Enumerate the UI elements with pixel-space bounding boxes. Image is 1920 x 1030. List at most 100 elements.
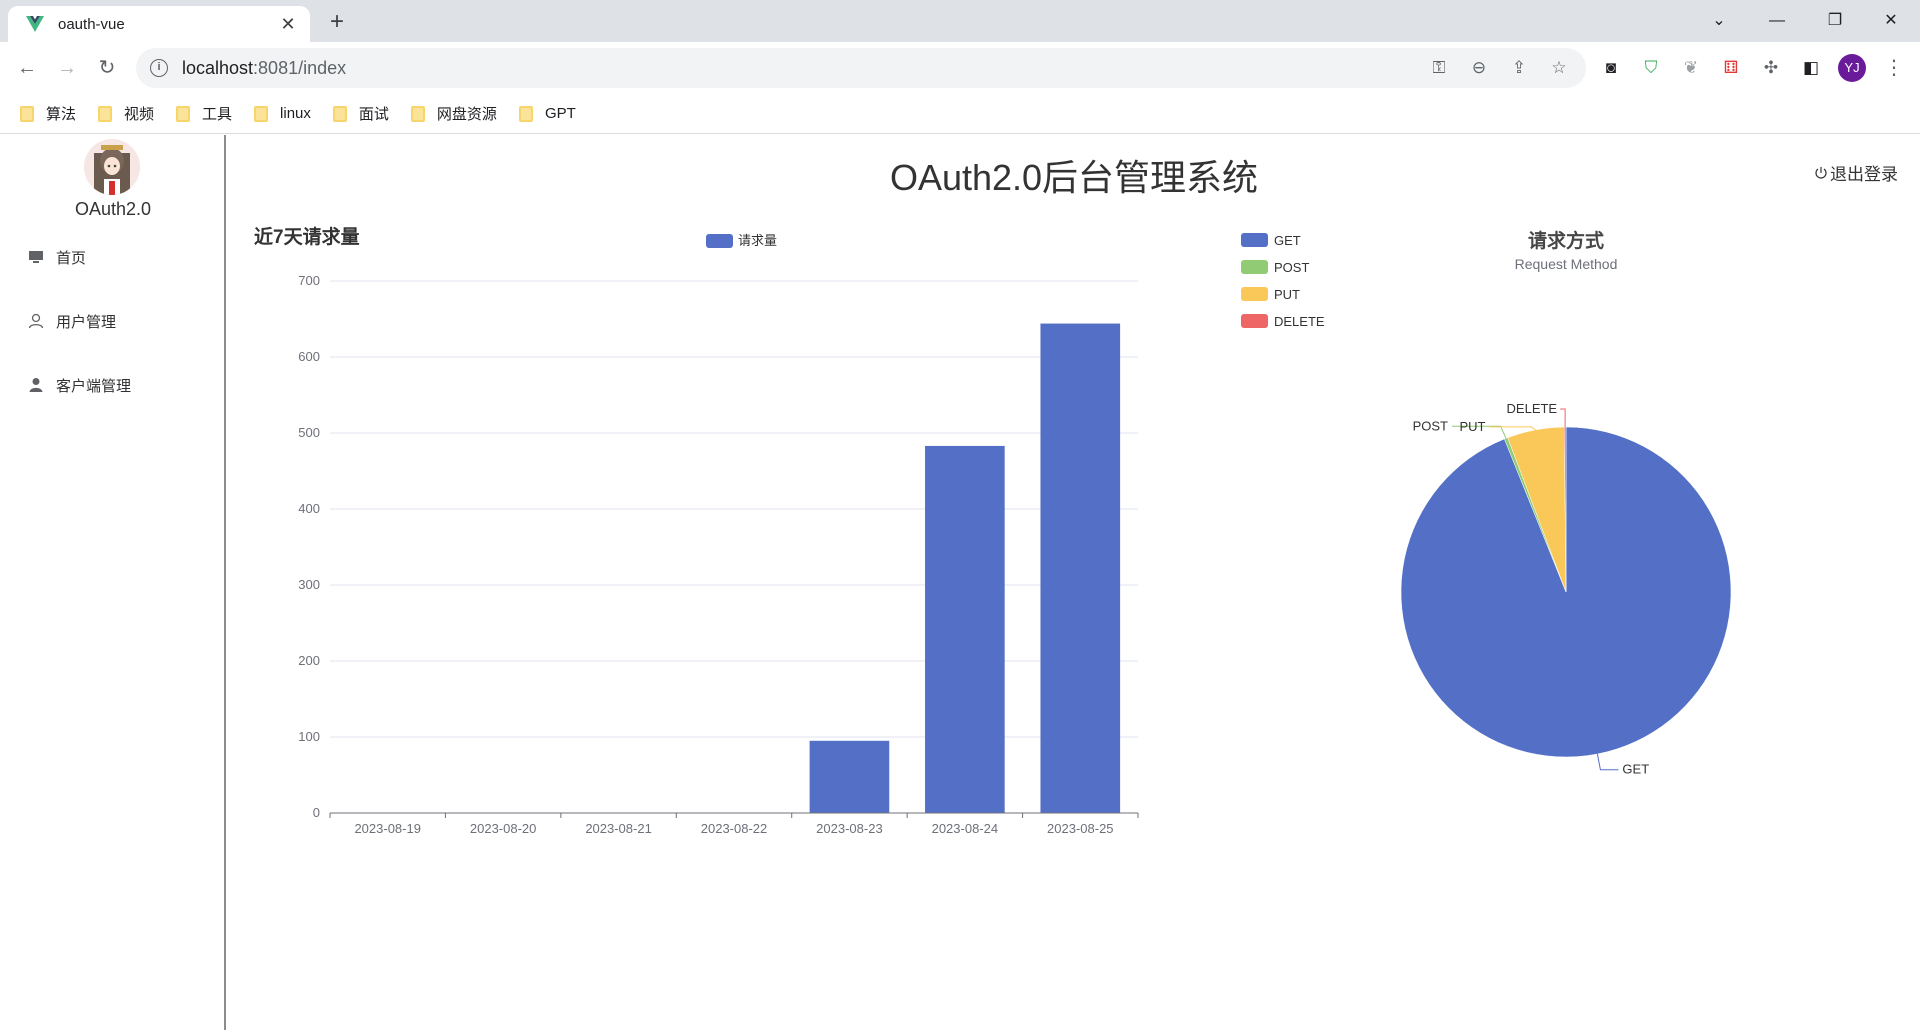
pie-chart-subtitle: Request Method xyxy=(1515,256,1618,272)
y-tick-label: 500 xyxy=(298,425,320,440)
browser-toolbar: ← → ↻ i localhost:8081/index ⚿ ⊖ ⇪ ☆ ◙ ⛉… xyxy=(0,42,1920,94)
bookmark-star-icon[interactable]: ☆ xyxy=(1546,56,1572,80)
close-window-button[interactable]: ✕ xyxy=(1866,6,1916,36)
bar-chart-grid xyxy=(330,280,1138,814)
x-tick-label: 2023-08-25 xyxy=(1047,821,1114,836)
pie-label: GET xyxy=(1622,762,1649,777)
bookmarks-bar: 算法 视频 工具 linux 面试 网盘资源 GPT xyxy=(0,94,1920,134)
bookmark-folder[interactable]: 面试 xyxy=(332,103,389,124)
monitor-icon xyxy=(29,251,43,263)
legend-swatch[interactable] xyxy=(1241,260,1268,274)
reload-button[interactable]: ↻ xyxy=(92,53,122,83)
pie-label: DELETE xyxy=(1507,401,1558,416)
legend-swatch[interactable] xyxy=(706,234,733,248)
restore-button[interactable]: ❐ xyxy=(1810,6,1860,36)
logout-label: 退出登录 xyxy=(1830,165,1898,184)
browser-tab[interactable]: oauth-vue ✕ xyxy=(8,6,310,42)
tab-search-icon[interactable]: ⌄ xyxy=(1694,6,1744,36)
tab-close-icon[interactable]: ✕ xyxy=(276,14,300,35)
bar[interactable] xyxy=(809,740,890,813)
pie-chart-slices xyxy=(1400,426,1732,758)
url-host: localhost xyxy=(182,57,254,78)
back-button[interactable]: ← xyxy=(12,53,42,83)
sidebar-item-label: 用户管理 xyxy=(56,313,117,331)
bookmark-folder[interactable]: GPT xyxy=(518,105,576,122)
pie-chart: GET POST PUT DELETE 请求方式 Request Method GET… xyxy=(1241,229,1732,777)
x-tick-label: 2023-08-24 xyxy=(932,821,999,836)
app-name: OAuth2.0 xyxy=(74,199,152,219)
extension-leaf-icon[interactable]: ❦ xyxy=(1678,55,1704,81)
side-panel-icon[interactable]: ◧ xyxy=(1798,55,1824,81)
bookmark-folder[interactable]: 算法 xyxy=(20,103,76,124)
legend-label: 请求量 xyxy=(738,233,777,248)
pie-label: POST xyxy=(1413,418,1448,433)
pie-label-line xyxy=(1489,426,1536,431)
folder-icon xyxy=(410,105,425,122)
y-tick-label: 400 xyxy=(298,501,320,516)
y-tick-label: 200 xyxy=(298,653,320,668)
sidebar-item-label: 首页 xyxy=(56,249,87,267)
pie-chart-legend[interactable]: GET POST PUT DELETE xyxy=(1241,233,1325,329)
app-logo-avatar xyxy=(84,139,140,195)
folder-icon xyxy=(98,105,113,122)
folder-icon xyxy=(254,105,269,122)
bar[interactable] xyxy=(1040,323,1121,813)
legend-label: POST xyxy=(1274,260,1309,275)
y-tick-label: 0 xyxy=(313,805,320,820)
sidebar-item-users[interactable]: 用户管理 xyxy=(28,307,116,335)
folder-icon xyxy=(518,105,533,122)
bar-chart-bars xyxy=(809,323,1121,813)
share-icon[interactable]: ⇪ xyxy=(1506,56,1532,80)
folder-icon xyxy=(332,105,347,122)
bar-chart: 近7天请求量 请求量 2023-08-19 2023-08-20 2023-08-2… xyxy=(254,225,1139,836)
browser-menu-icon[interactable]: ⋮ xyxy=(1884,54,1904,82)
anime-girl-logo-icon xyxy=(94,145,130,195)
extension-dice-icon[interactable]: ⚅ xyxy=(1718,55,1744,81)
extension-tampermonkey-icon[interactable]: ◙ xyxy=(1598,55,1624,81)
legend-label: GET xyxy=(1274,233,1301,248)
legend-swatch[interactable] xyxy=(1241,287,1268,301)
forward-button[interactable]: → xyxy=(52,53,82,83)
y-tick-label: 600 xyxy=(298,349,320,364)
zoom-icon[interactable]: ⊖ xyxy=(1466,56,1492,80)
address-bar[interactable]: i localhost:8081/index ⚿ ⊖ ⇪ ☆ xyxy=(136,48,1586,88)
legend-label: PUT xyxy=(1274,287,1300,302)
page-title: OAuth2.0后台管理系统 xyxy=(889,157,1259,198)
y-tick-label: 300 xyxy=(298,577,320,592)
bookmark-folder[interactable]: 工具 xyxy=(176,103,232,124)
bar-chart-legend[interactable]: 请求量 xyxy=(706,233,777,248)
pie-chart-title: 请求方式 xyxy=(1528,229,1604,252)
bookmark-folder[interactable]: 视频 xyxy=(98,103,154,124)
minimize-button[interactable]: — xyxy=(1752,6,1802,36)
bar[interactable] xyxy=(925,445,1005,813)
legend-swatch[interactable] xyxy=(1241,314,1268,328)
user-filled-icon xyxy=(29,378,43,392)
tab-title: oauth-vue xyxy=(58,15,125,33)
pie-label: PUT xyxy=(1459,419,1485,434)
profile-avatar[interactable]: YJ xyxy=(1838,54,1866,82)
bookmark-folder[interactable]: 网盘资源 xyxy=(410,103,497,124)
folder-icon xyxy=(20,105,34,122)
new-tab-button[interactable]: + xyxy=(322,8,352,38)
vue-logo-icon xyxy=(26,16,44,32)
extensions-puzzle-icon[interactable]: ✣ xyxy=(1758,55,1784,81)
logout-button[interactable]: 退出登录 xyxy=(1814,160,1898,185)
legend-label: DELETE xyxy=(1274,314,1325,329)
sidebar-item-home[interactable]: 首页 xyxy=(28,243,86,271)
x-tick-label: 2023-08-21 xyxy=(585,821,652,836)
bar-chart-title: 近7天请求量 xyxy=(254,225,360,248)
extension-shield-icon[interactable]: ⛉ xyxy=(1638,55,1664,81)
url-path: :8081/index xyxy=(253,57,347,78)
user-outline-icon xyxy=(28,313,44,329)
sidebar-item-clients[interactable]: 客户端管理 xyxy=(28,371,131,399)
bookmark-folder[interactable]: linux xyxy=(254,105,311,122)
site-info-icon[interactable]: i xyxy=(150,59,168,77)
power-icon xyxy=(1815,166,1827,179)
key-icon[interactable]: ⚿ xyxy=(1426,56,1452,80)
folder-icon xyxy=(176,105,191,122)
legend-swatch[interactable] xyxy=(1241,233,1268,247)
bar-chart-x-axis: 2023-08-19 2023-08-20 2023-08-21 2023-08-22… xyxy=(329,812,1139,836)
x-tick-label: 2023-08-20 xyxy=(470,821,536,836)
browser-tabstrip: oauth-vue ✕ + ⌄ — ❐ ✕ xyxy=(0,0,1920,42)
y-tick-label: 700 xyxy=(298,273,320,288)
